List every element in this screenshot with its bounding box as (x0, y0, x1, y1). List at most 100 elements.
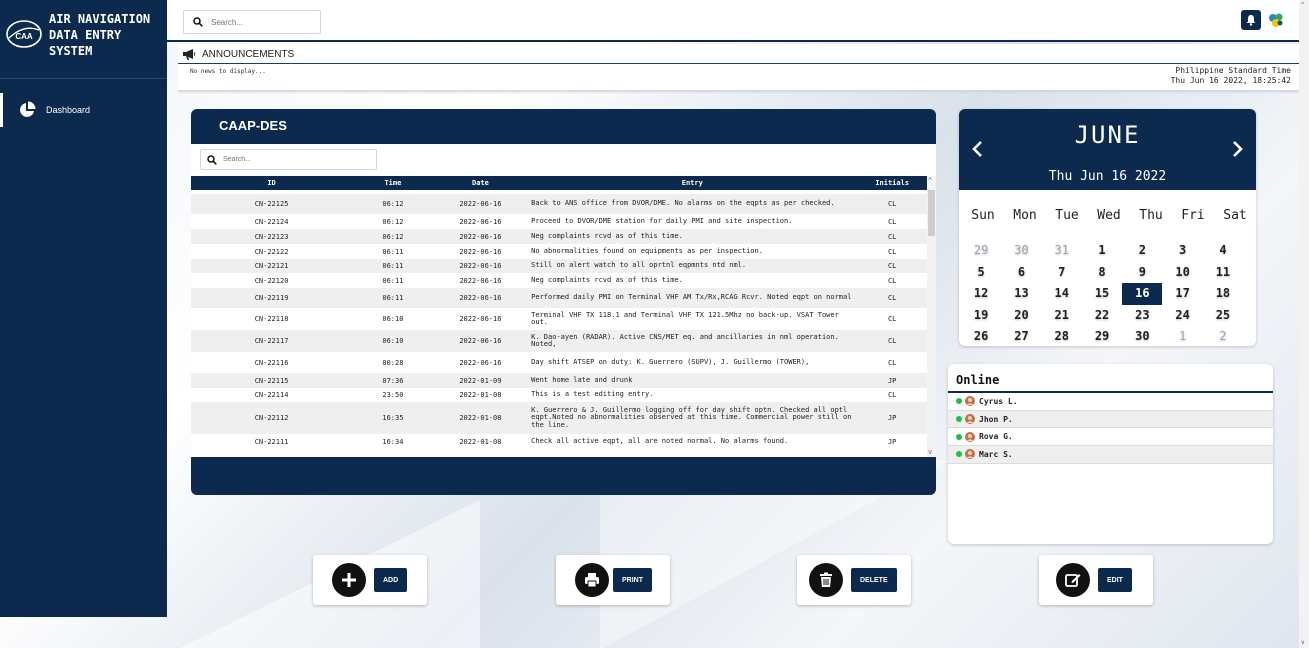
cell-initials: CL (887, 337, 897, 345)
log-entries-card: CAAP-DES ID Time Date Entry Initials CN-… (191, 109, 936, 495)
calendar-day[interactable]: 19 (961, 305, 1001, 327)
calendar-day[interactable]: 5 (961, 262, 1001, 284)
calendar-day[interactable]: 23 (1122, 305, 1162, 327)
calendar-day[interactable]: 2 (1122, 240, 1162, 262)
page-scrollbar[interactable]: ^ v (1299, 0, 1309, 648)
table-row[interactable]: CN-22114 23:50 2022-01-08 This is a test ed… (191, 388, 927, 402)
current-datetime: Thu Jun 16 2022, 18:25:42 (1170, 76, 1291, 85)
user-avatar-icon[interactable] (1266, 10, 1286, 30)
cell-date: 2022-06-16 (459, 232, 502, 241)
column-header-id[interactable]: ID (191, 179, 352, 187)
delete-button[interactable]: DELETE (851, 568, 897, 592)
delete-icon-button[interactable] (809, 563, 843, 597)
cell-initials: CL (887, 315, 897, 323)
edit-button[interactable]: EDIT (1098, 568, 1132, 592)
calendar-day[interactable]: 13 (1001, 283, 1041, 305)
cell-initials: CL (887, 358, 897, 367)
table-row[interactable]: CN-22117 06:10 2022-06-16 K. Dao-ayen (RADA… (191, 330, 927, 352)
table-search[interactable] (200, 149, 377, 170)
calendar-day[interactable]: 28 (1042, 326, 1082, 346)
table-row[interactable]: CN-22121 06:11 2022-06-16 Still on alert wa… (191, 259, 927, 273)
calendar-day[interactable]: 25 (1203, 305, 1243, 327)
edit-icon (1065, 574, 1081, 587)
table-row[interactable]: CN-22123 06:12 2022-06-16 Neg complaints rc… (191, 229, 927, 244)
pie-chart-icon (20, 101, 36, 117)
calendar-day[interactable]: 11 (1203, 262, 1243, 284)
table-row[interactable]: CN-22115 07:36 2022-01-09 Went home late an… (191, 373, 927, 388)
scroll-down-icon[interactable]: v (928, 448, 932, 456)
calendar-day[interactable]: 29 (961, 240, 1001, 262)
add-icon-button[interactable] (332, 563, 366, 597)
calendar-day[interactable]: 12 (961, 283, 1001, 305)
calendar-day[interactable]: 30 (1001, 240, 1041, 262)
cell-entry: No abnormalities found on equipments as … (531, 246, 763, 255)
calendar-day[interactable]: 1 (1082, 240, 1122, 262)
calendar-day[interactable]: 6 (1001, 262, 1041, 284)
calendar-day[interactable]: 26 (961, 326, 1001, 346)
calendar-day[interactable]: 31 (1042, 240, 1082, 262)
scroll-up-icon[interactable]: ^ (928, 177, 932, 185)
search-icon (193, 17, 203, 27)
calendar-day[interactable]: 8 (1082, 262, 1122, 284)
add-button[interactable]: ADD (374, 568, 408, 592)
print-button[interactable]: PRINT (613, 568, 652, 592)
calendar-day[interactable]: 18 (1203, 283, 1243, 305)
calendar-day[interactable]: 27 (1001, 326, 1041, 346)
column-header-time[interactable]: Time (352, 179, 434, 187)
table-row[interactable]: CN-22112 16:35 2022-01-08 K. Guerrero & J. … (191, 402, 927, 434)
weekday-label: Mon (1013, 208, 1037, 223)
table-search-input[interactable] (223, 156, 363, 163)
table-row[interactable]: CN-22124 06:12 2022-06-16 Proceed to DVOR/D… (191, 214, 927, 229)
table-row[interactable]: CN-22119 06:11 2022-06-16 Performed daily P… (191, 288, 927, 308)
calendar-day[interactable]: 7 (1042, 262, 1082, 284)
table-scroll-thumb[interactable] (928, 190, 935, 236)
calendar-day[interactable]: 3 (1162, 240, 1202, 262)
calendar-today: Thu Jun 16 2022 (1048, 169, 1167, 184)
calendar-day[interactable]: 24 (1162, 305, 1202, 327)
column-header-date[interactable]: Date (434, 179, 527, 187)
edit-icon-button[interactable] (1056, 563, 1090, 597)
next-month-icon[interactable] (1230, 139, 1246, 159)
table-row[interactable]: CN-22116 00:28 2022-06-16 Day shift ATSEP o… (191, 352, 927, 373)
online-user[interactable]: Rova G. (948, 428, 1273, 447)
calendar-day[interactable]: 17 (1162, 283, 1202, 305)
calendar-day[interactable]: 14 (1042, 283, 1082, 305)
table-row[interactable]: CN-22111 16:34 2022-01-08 Check all active … (191, 434, 927, 449)
calendar-day[interactable]: 15 (1082, 283, 1122, 305)
global-search[interactable] (183, 10, 321, 34)
log-card-title: CAAP-DES (219, 118, 287, 133)
online-user[interactable]: Marc S. (948, 446, 1273, 464)
online-users-panel: Online Cyrus L. Jhon P. Rova G. Marc S. (948, 364, 1273, 544)
online-user[interactable]: Jhon P. (948, 410, 1273, 429)
cell-entry: Neg complaints rcvd as of this time. (531, 231, 683, 240)
table-scrollbar[interactable]: ^ v (927, 176, 936, 457)
online-user[interactable]: Cyrus L. (948, 393, 1273, 411)
calendar-day[interactable]: 4 (1203, 240, 1243, 262)
table-row[interactable]: CN-22118 06:10 2022-06-16 Terminal VHF TX 1… (191, 308, 927, 330)
notifications-button[interactable] (1241, 10, 1261, 30)
column-header-initials[interactable]: Initials (857, 179, 927, 187)
calendar-day[interactable]: 2 (1203, 326, 1243, 346)
global-search-input[interactable] (211, 17, 311, 27)
page-scroll-up-icon[interactable]: ^ (1301, 2, 1305, 9)
announcements-panel: ANNOUNCEMENTS No news to display... Phil… (178, 44, 1299, 94)
print-icon-button[interactable] (575, 563, 609, 597)
table-row[interactable]: CN-22125 06:12 2022-06-16 Back to ANS offic… (191, 194, 927, 214)
log-card-body: ID Time Date Entry Initials CN-22125 06:1… (191, 144, 936, 457)
calendar-day[interactable]: 1 (1162, 326, 1202, 346)
column-header-entry[interactable]: Entry (527, 179, 857, 187)
calendar-day[interactable]: 20 (1001, 305, 1041, 327)
calendar-day[interactable]: 30 (1122, 326, 1162, 346)
calendar-day[interactable]: 10 (1162, 262, 1202, 284)
calendar-day[interactable]: 9 (1122, 262, 1162, 284)
table-row[interactable]: CN-22120 06:11 2022-06-16 Neg complaints rc… (191, 273, 927, 288)
calendar-day[interactable]: 16 (1122, 283, 1163, 305)
calendar-day[interactable]: 21 (1042, 305, 1082, 327)
page-scroll-down-icon[interactable]: v (1301, 639, 1305, 646)
sidebar-item-dashboard[interactable]: Dashboard (0, 93, 167, 127)
table-row[interactable]: CN-22122 06:11 2022-06-16 No abnormalities … (191, 244, 927, 259)
calendar-day[interactable]: 22 (1082, 305, 1122, 327)
cell-date: 2022-01-08 (459, 391, 502, 399)
cell-time: 06:11 (382, 276, 404, 285)
calendar-day[interactable]: 29 (1082, 326, 1122, 346)
